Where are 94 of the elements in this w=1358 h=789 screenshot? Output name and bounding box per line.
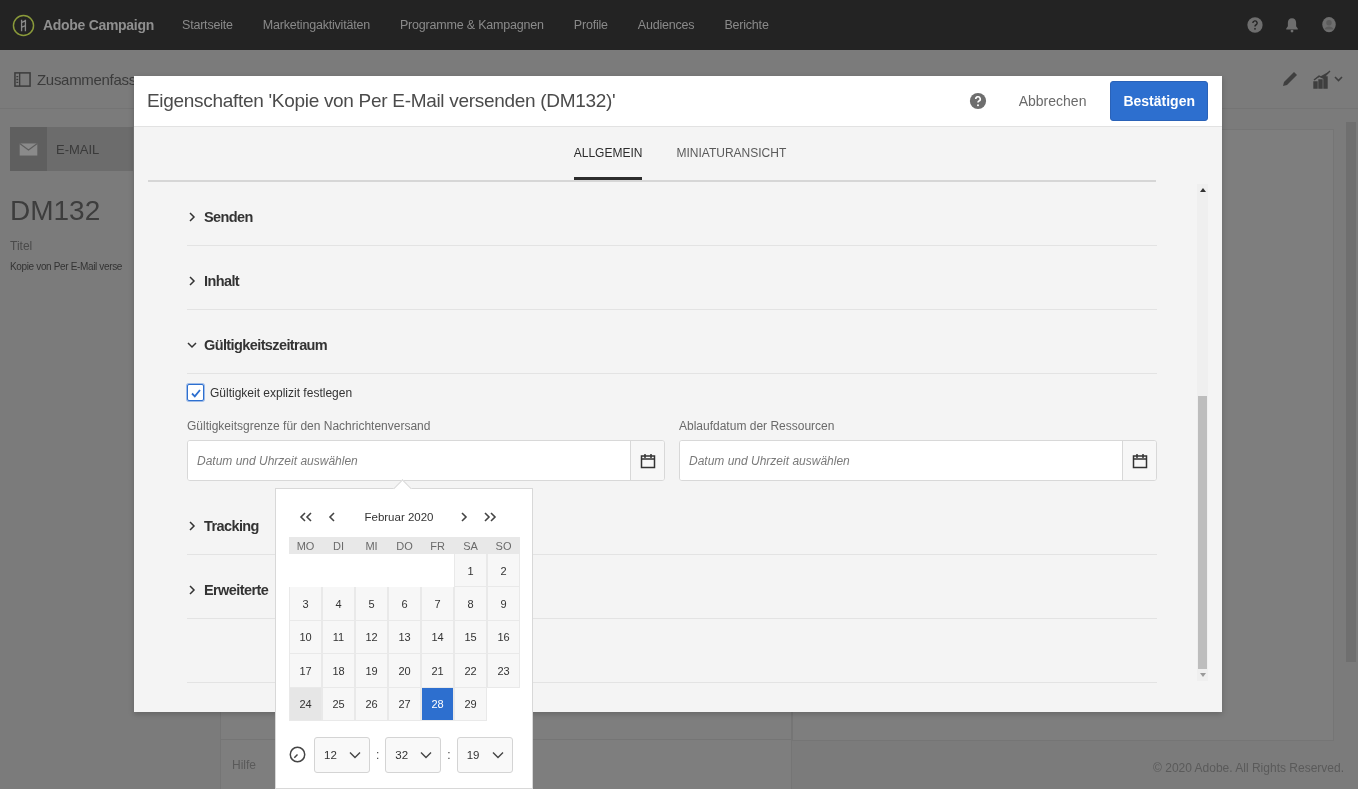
calendar-day[interactable]: 5 xyxy=(355,587,388,621)
envelope-icon xyxy=(19,142,38,156)
brand-name[interactable]: Adobe Campaign xyxy=(43,17,154,33)
dialog-title: Eigenschaften 'Kopie von Per E-Mail versenden (DM132)' xyxy=(147,90,616,112)
page-title: Zusammenfass xyxy=(37,70,136,88)
caret-icon xyxy=(491,750,504,759)
chevron-icon[interactable] xyxy=(187,211,197,222)
calendar-day[interactable]: 16 xyxy=(487,620,520,655)
section-header[interactable]: Tracking xyxy=(204,517,259,534)
chart-icon[interactable] xyxy=(1312,69,1344,89)
calendar-day[interactable]: 12 xyxy=(355,620,388,655)
minute-select[interactable]: 32 xyxy=(385,736,442,773)
calendar-day[interactable]: 15 xyxy=(454,620,487,655)
calendar-day[interactable]: 8 xyxy=(454,587,487,621)
chevron-icon[interactable] xyxy=(187,584,197,595)
checkbox-label: Gültigkeit explizit festlegen xyxy=(210,385,353,400)
weekday-header: SO xyxy=(487,537,520,554)
field-label: Gültigkeitsgrenze für den Nachrichtenversand xyxy=(187,419,432,433)
calendar-day[interactable]: 22 xyxy=(454,654,487,688)
caret-icon xyxy=(420,750,433,759)
calendar-day[interactable]: 14 xyxy=(421,620,454,655)
chevron-icon[interactable] xyxy=(187,339,197,350)
calendar-day[interactable]: 6 xyxy=(388,587,421,621)
weekday-header: FR xyxy=(421,537,454,554)
nav-link[interactable]: Berichte xyxy=(724,18,769,32)
calendar-day[interactable]: 24 xyxy=(289,687,322,721)
chevron-icon[interactable] xyxy=(187,275,197,286)
calendar-day[interactable]: 9 xyxy=(487,587,520,621)
calendar-button[interactable] xyxy=(1122,441,1156,480)
pencil-icon[interactable] xyxy=(1280,69,1300,89)
calendar-day[interactable]: 23 xyxy=(487,654,520,688)
calendar-icon xyxy=(1131,452,1148,469)
calendar-day[interactable]: 3 xyxy=(289,587,322,621)
calendar-day[interactable]: 28 xyxy=(421,687,454,721)
calendar-day[interactable]: 19 xyxy=(355,654,388,688)
calendar-day[interactable]: 18 xyxy=(322,654,355,688)
weekday-header: MI xyxy=(355,537,388,554)
help-icon[interactable] xyxy=(968,92,987,110)
nav-link[interactable]: Marketingaktivitäten xyxy=(262,18,370,32)
calendar-day[interactable]: 29 xyxy=(454,687,487,721)
logo-icon[interactable] xyxy=(12,13,35,37)
time-separator: : xyxy=(376,747,380,762)
nav-link[interactable]: Profile xyxy=(573,18,608,32)
calendar-day[interactable]: 20 xyxy=(388,654,421,688)
field-label: Ablaufdatum der Ressourcen xyxy=(679,419,836,433)
nav-link[interactable]: Startseite xyxy=(182,18,233,32)
calendar-day[interactable]: 1 xyxy=(454,554,487,588)
section-header[interactable]: Erweiterte xyxy=(204,581,269,598)
calendar-day[interactable]: 10 xyxy=(289,620,322,655)
section-header[interactable]: Inhalt xyxy=(204,272,240,289)
calendar-day[interactable]: 2 xyxy=(487,554,520,588)
cancel-button[interactable]: Abbrechen xyxy=(1006,85,1099,117)
section-header[interactable]: Gültigkeitszeitraum xyxy=(204,336,328,353)
double-chevron-right-icon xyxy=(483,512,497,522)
calendar-day[interactable]: 4 xyxy=(322,587,355,621)
calendar-button[interactable] xyxy=(630,441,664,480)
weekday-header: SA xyxy=(454,537,487,554)
help-icon[interactable] xyxy=(1246,16,1264,34)
checkbox[interactable] xyxy=(187,384,204,401)
time-separator: : xyxy=(447,747,451,762)
scrollbar[interactable] xyxy=(1197,184,1208,681)
calendar-day[interactable]: 7 xyxy=(421,587,454,621)
calendar-day[interactable]: 13 xyxy=(388,620,421,655)
second-select[interactable]: 19 xyxy=(456,736,513,773)
tab[interactable]: MINIATURANSICHT xyxy=(676,127,787,180)
sidebar-icon[interactable] xyxy=(14,70,31,88)
scroll-up-icon[interactable] xyxy=(1199,188,1206,192)
field-value: Kopie von Per E-Mail verse xyxy=(10,261,123,272)
calendar-icon xyxy=(639,452,656,469)
delivery-code: DM132 xyxy=(10,195,101,227)
chevron-icon[interactable] xyxy=(187,520,197,531)
nav-link[interactable]: Audiences xyxy=(637,18,695,32)
tab[interactable]: ALLGEMEIN xyxy=(573,127,643,180)
month-label: Februar 2020 xyxy=(363,511,435,523)
caret-icon xyxy=(349,750,361,759)
nav-link[interactable]: Programme & Kampagnen xyxy=(400,18,544,32)
clock-icon xyxy=(289,746,306,764)
date-field[interactable]: Datum und Uhrzeit auswählen xyxy=(679,440,1157,481)
calendar-day[interactable]: 17 xyxy=(289,654,322,688)
double-chevron-left-icon xyxy=(299,512,313,522)
calendar-day[interactable]: 26 xyxy=(355,687,388,721)
calendar-day[interactable]: 25 xyxy=(322,687,355,721)
hour-select[interactable]: 12 xyxy=(314,736,370,773)
calendar-day[interactable]: 21 xyxy=(421,654,454,688)
weekday-header: DI xyxy=(322,537,355,554)
section-header[interactable]: Senden xyxy=(204,208,253,225)
weekday-header: DO xyxy=(388,537,421,554)
calendar-day[interactable]: 11 xyxy=(322,620,355,655)
date-field[interactable]: Datum und Uhrzeit auswählen xyxy=(187,440,665,481)
calendar-day[interactable]: 27 xyxy=(388,687,421,721)
weekday-header: MO xyxy=(289,537,322,554)
notification-bell-icon[interactable] xyxy=(1283,16,1301,34)
avatar-icon[interactable] xyxy=(1320,16,1338,34)
confirm-button[interactable]: Bestätigen xyxy=(1110,81,1208,121)
